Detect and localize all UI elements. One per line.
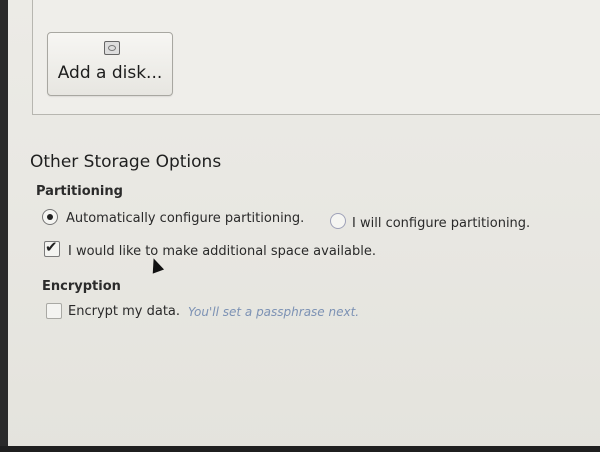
additional-space-label[interactable]: I would like to make additional space av… [68, 244, 376, 259]
manual-partitioning-label[interactable]: I will configure partitioning. [352, 216, 530, 231]
installer-screen: Add a disk... Other Storage Options Part… [8, 0, 600, 452]
specialized-disks-panel: Add a disk... [32, 0, 600, 115]
encrypt-passphrase-hint: You'll set a passphrase next. [188, 305, 360, 319]
encrypt-data-label[interactable]: Encrypt my data. [68, 304, 180, 319]
manual-partitioning-radio[interactable] [330, 213, 346, 229]
monitor-bezel-bottom [0, 446, 600, 452]
other-storage-options-title: Other Storage Options [30, 152, 222, 172]
monitor-bezel-left [0, 0, 8, 452]
add-disk-button[interactable]: Add a disk... [47, 32, 173, 96]
auto-partitioning-label[interactable]: Automatically configure partitioning. [66, 211, 304, 226]
encryption-heading: Encryption [42, 279, 121, 294]
disk-icon [104, 41, 120, 55]
auto-partitioning-radio[interactable] [42, 209, 58, 225]
add-disk-label: Add a disk... [57, 63, 163, 83]
additional-space-checkbox[interactable] [44, 238, 60, 257]
partitioning-heading: Partitioning [36, 184, 123, 199]
encrypt-data-checkbox[interactable] [46, 303, 62, 319]
